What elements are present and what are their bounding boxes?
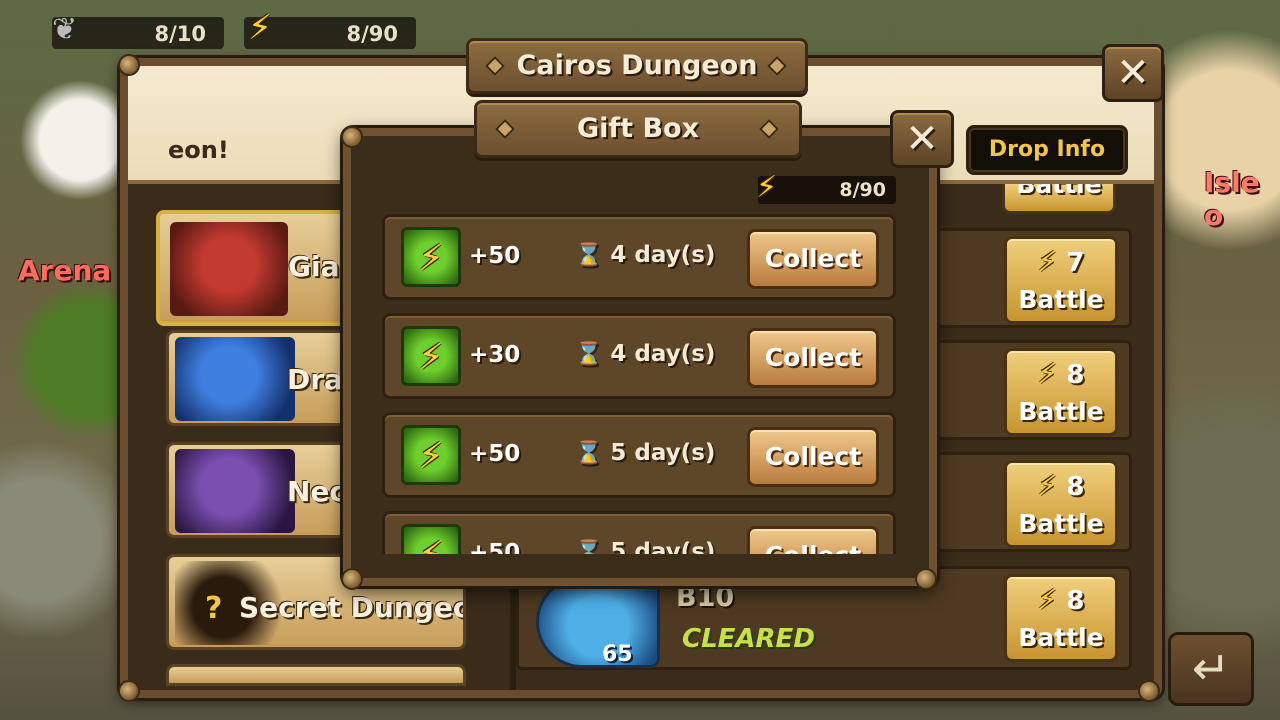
battle-label: Battle	[1016, 184, 1102, 199]
dragon-art	[175, 337, 295, 421]
gift-box-title: Gift Box	[576, 113, 699, 144]
return-arrow-icon: ↵	[1191, 641, 1231, 695]
stage-level: 65	[602, 642, 633, 667]
gift-time-value: 4 day(s)	[610, 242, 716, 268]
gift-item: ⚡ +50 ⌛ 4 day(s) Collect	[382, 214, 896, 300]
energy-cost-icon: ⚡	[1037, 583, 1058, 616]
cairos-header-text: eon!	[168, 136, 229, 164]
rivet	[915, 568, 937, 590]
gift-expiry: ⌛ 4 day(s)	[575, 341, 715, 367]
rivet	[1138, 680, 1160, 702]
wing-icon: ❦	[52, 12, 78, 47]
rivet	[341, 568, 363, 590]
map-label-isle[interactable]: Isle o	[1204, 166, 1280, 232]
rivet	[341, 126, 363, 148]
dungeon-card-partial[interactable]	[166, 664, 466, 686]
energy-bolt-icon: ⚡	[401, 326, 461, 386]
gift-amount: +50	[469, 540, 521, 554]
energy-cost: 8	[1066, 360, 1085, 390]
stage-name: B10	[676, 582, 735, 613]
gift-energy-counter: 8/90	[758, 176, 896, 204]
gift-item: ⚡ +50 ⌛ 5 day(s) Collect	[382, 412, 896, 498]
battle-button[interactable]: ⚡ 7 Battle	[1004, 236, 1118, 324]
energy-bolt-icon: ⚡	[401, 227, 461, 287]
wings-value: 8/10	[154, 22, 206, 46]
collect-button[interactable]: Collect	[747, 526, 879, 554]
gift-item: ⚡ +30 ⌛ 4 day(s) Collect	[382, 313, 896, 399]
gift-expiry: ⌛ 5 day(s)	[575, 539, 715, 554]
rivet	[118, 54, 140, 76]
back-button[interactable]: ↵	[1168, 632, 1254, 706]
energy-cost: 8	[1066, 472, 1085, 502]
energy-cost: 7	[1066, 248, 1085, 278]
necropolis-art	[175, 449, 295, 533]
gift-amount: +50	[469, 243, 521, 269]
question-mark-icon: ?	[205, 591, 223, 626]
cairos-title-plate: Cairos Dungeon	[466, 38, 808, 94]
gift-item: ⚡ +50 ⌛ 5 day(s) Collect	[382, 511, 896, 554]
energy-icon: ⚡	[248, 8, 272, 48]
close-icon: ✕	[1116, 50, 1150, 96]
gift-list[interactable]: ⚡ +50 ⌛ 4 day(s) Collect ⚡ +30 ⌛ 4 day(s) …	[380, 212, 900, 554]
gift-expiry: ⌛ 4 day(s)	[575, 242, 715, 268]
energy-value: 8/90	[346, 22, 398, 46]
gift-box-title-plate: Gift Box	[474, 100, 802, 158]
energy-bolt-icon: ⚡	[401, 425, 461, 485]
giant-art	[170, 222, 288, 316]
gift-time-value: 5 day(s)	[610, 539, 716, 554]
hourglass-icon: ⌛	[575, 441, 603, 466]
energy-icon: ⚡	[756, 170, 778, 205]
close-icon: ✕	[905, 116, 939, 162]
gift-amount: +30	[469, 342, 521, 368]
collect-button[interactable]: Collect	[747, 427, 879, 487]
battle-button[interactable]: ⚡ 8 Battle	[1004, 348, 1118, 436]
battle-label: Battle	[1018, 285, 1104, 314]
battle-label: Battle	[1018, 623, 1104, 652]
drop-info-button[interactable]: Drop Info	[966, 125, 1128, 175]
energy-cost-icon: ⚡	[1037, 357, 1058, 390]
hourglass-icon: ⌛	[575, 342, 603, 367]
dungeon-name: Secret Dungeon	[239, 591, 463, 624]
battle-label: Battle	[1018, 397, 1104, 426]
wings-counter: 8/10	[52, 17, 224, 49]
gift-time-value: 4 day(s)	[610, 341, 716, 367]
cairos-title: Cairos Dungeon	[516, 50, 758, 81]
energy-bolt-icon: ⚡	[401, 524, 461, 554]
gift-amount: +50	[469, 441, 521, 467]
hourglass-icon: ⌛	[575, 243, 603, 268]
energy-cost-icon: ⚡	[1037, 469, 1058, 502]
hourglass-icon: ⌛	[575, 540, 603, 554]
battle-label: Battle	[1018, 509, 1104, 538]
collect-button[interactable]: Collect	[747, 328, 879, 388]
energy-cost-icon: ⚡	[1037, 245, 1058, 278]
map-label-arena[interactable]: Arena	[18, 254, 111, 287]
cleared-badge: CLEARED	[682, 624, 815, 654]
collect-button[interactable]: Collect	[747, 229, 879, 289]
gift-energy-value: 8/90	[839, 179, 886, 201]
rivet	[118, 680, 140, 702]
close-cairos-button[interactable]: ✕	[1102, 44, 1164, 102]
battle-button[interactable]: ⚡ 8 Battle	[1004, 460, 1118, 548]
close-gift-box-button[interactable]: ✕	[890, 110, 954, 168]
battle-button[interactable]: ⚡ 8 Battle	[1004, 574, 1118, 662]
stage-boss-portrait	[536, 576, 660, 668]
battle-button-partial[interactable]: Battle	[1002, 184, 1116, 214]
gift-expiry: ⌛ 5 day(s)	[575, 440, 715, 466]
gift-time-value: 5 day(s)	[610, 440, 716, 466]
energy-cost: 8	[1066, 586, 1085, 616]
